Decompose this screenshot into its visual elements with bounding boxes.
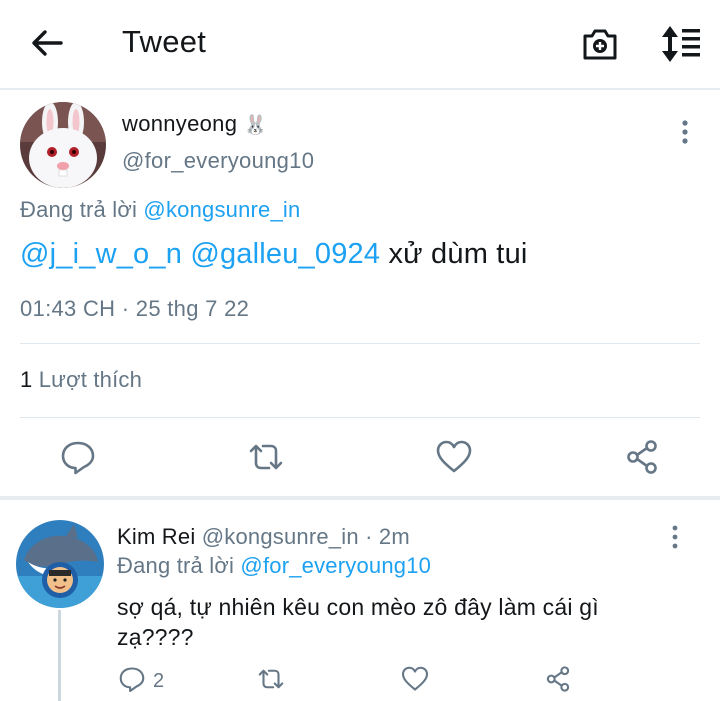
replying-to-label: Đang trả lời [117,553,235,578]
share-icon[interactable] [622,437,662,477]
handle[interactable]: @for_everyoung10 [122,148,314,174]
reply-header: Kim Rei @kongsunre_in · 2m [117,524,410,550]
sort-icon[interactable] [658,24,704,64]
retweet-icon[interactable] [246,437,286,477]
relative-time: · 2m [365,524,410,549]
tweet-body: xử dùm tui [388,238,528,270]
camera-icon[interactable] [580,24,620,64]
tweet-body: sợ qá, tự nhiên kêu con mèo zô đây làm c… [117,594,599,650]
display-name-text: wonnyeong [122,111,238,136]
display-name[interactable]: Kim Rei [117,524,195,549]
share-icon[interactable] [543,664,583,700]
heart-icon[interactable] [400,664,440,700]
display-name[interactable]: wonnyeong 🐰 [122,111,268,137]
replying-to-link[interactable]: @for_everyoung10 [240,553,431,578]
avatar[interactable] [20,102,106,188]
back-arrow-icon[interactable] [28,26,66,60]
reply-button[interactable]: 2 [117,664,177,700]
header-divider [0,88,720,90]
rabbit-emoji: 🐰 [243,115,268,136]
mention-link[interactable]: @galleu_0924 [190,238,380,270]
heart-icon[interactable] [434,437,474,477]
retweet-icon[interactable] [256,664,296,700]
thread-line [58,610,61,701]
more-options-icon[interactable] [662,524,688,550]
timestamp: 01:43 CH · 25 thg 7 22 [20,296,250,321]
replying-to: Đang trả lời @kongsunre_in [20,197,300,223]
likes-count[interactable]: 1 Lượt thích [20,367,142,393]
reply-count: 2 [153,670,165,692]
replying-to: Đang trả lời @for_everyoung10 [117,553,431,579]
page-title: Tweet [122,24,207,59]
mention-link[interactable]: @j_i_w_o_n [20,238,182,270]
top-bar: Tweet [0,0,720,88]
like-count-number: 1 [20,367,33,392]
reply-icon[interactable] [58,437,98,477]
section-divider [0,496,720,500]
replying-to-link[interactable]: @kongsunre_in [143,197,300,222]
handle[interactable]: @kongsunre_in [202,524,359,549]
divider [20,417,700,418]
more-options-icon[interactable] [670,118,700,146]
tweet-text: @j_i_w_o_n @galleu_0924 xử dùm tui [20,238,528,271]
reply-icon [119,667,145,693]
avatar[interactable] [16,520,104,608]
divider [20,343,700,344]
replying-to-label: Đang trả lời [20,197,138,222]
like-count-label: Lượt thích [38,367,143,392]
